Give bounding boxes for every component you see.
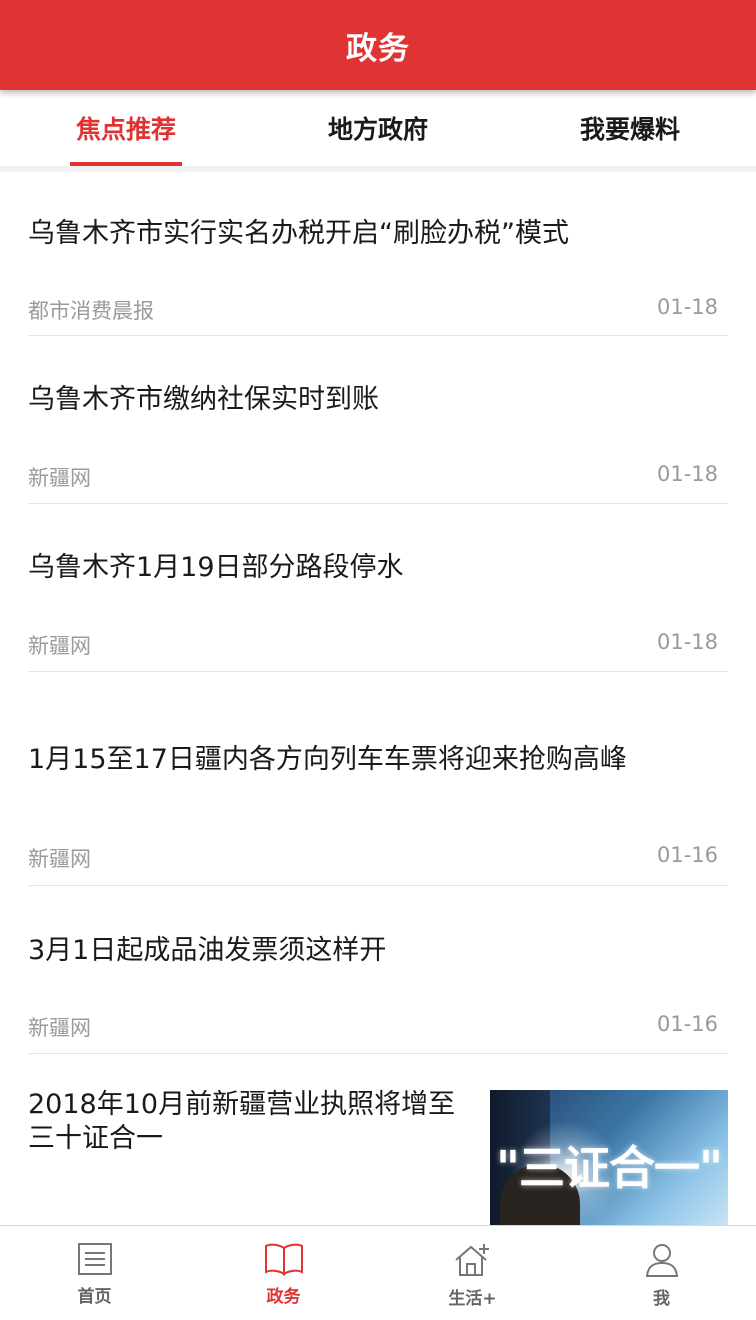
nav-life-plus-label: 生活+ [448,1289,497,1309]
news-item[interactable]: 乌鲁木齐市实行实名办税开启“刷脸办税”模式 都市消费晨报 01-18 [28,172,728,336]
person-icon [645,1244,678,1277]
news-source: 新疆网 [28,847,91,871]
news-source: 都市消费晨报 [28,299,154,323]
tab-local-government[interactable]: 地方政府 [252,90,504,166]
news-date: 01-18 [656,630,718,654]
news-item-with-image[interactable]: 2018年10月前新疆营业执照将增至三十证合一 "三证合一" [28,1054,728,1244]
news-title: 3月1日起成品油发票须这样开 [28,935,387,966]
nav-government[interactable]: 政务 [189,1226,378,1320]
news-title: 2018年10月前新疆营业执照将增至三十证合一 [28,1089,456,1154]
news-item[interactable]: 乌鲁木齐市缴纳社保实时到账 新疆网 01-18 [28,336,728,504]
news-title: 乌鲁木齐市缴纳社保实时到账 [28,384,379,415]
news-title: 1月15至17日疆内各方向列车车票将迎来抢购高峰 [28,744,627,775]
news-date: 01-18 [656,462,718,486]
top-bar: 政务 [0,0,756,90]
nav-home-label: 首页 [77,1287,112,1307]
page-title: 政务 [346,30,410,67]
news-date: 01-18 [656,295,718,319]
news-title: 乌鲁木齐1月19日部分路段停水 [28,552,404,583]
news-source: 新疆网 [28,634,91,658]
news-item[interactable]: 乌鲁木齐1月19日部分路段停水 新疆网 01-18 [28,504,728,672]
nav-me[interactable]: 我 [567,1226,756,1320]
tab-report-tip[interactable]: 我要爆料 [504,90,756,166]
nav-home[interactable]: 首页 [0,1226,189,1320]
home-document-icon [77,1243,112,1275]
news-date: 01-16 [656,843,718,867]
nav-me-label: 我 [653,1289,670,1309]
news-thumbnail: "三证合一" [490,1090,728,1226]
house-plus-icon [454,1244,489,1276]
nav-life-plus[interactable]: 生活+ [378,1226,567,1320]
news-list: 乌鲁木齐市实行实名办税开启“刷脸办税”模式 都市消费晨报 01-18 乌鲁木齐市… [0,172,756,1244]
bottom-navigation: 首页 政务 生活+ 我 [0,1225,756,1320]
news-item[interactable]: 1月15至17日疆内各方向列车车票将迎来抢购高峰 新疆网 01-16 [28,672,728,886]
news-item[interactable]: 3月1日起成品油发票须这样开 新疆网 01-16 [28,886,728,1054]
tab-focus-recommend[interactable]: 焦点推荐 [0,90,252,166]
nav-government-label: 政务 [266,1287,301,1307]
category-tabs: 焦点推荐 地方政府 我要爆料 [0,90,756,166]
news-date: 01-16 [656,1012,718,1036]
news-source: 新疆网 [28,466,91,490]
news-title: 乌鲁木齐市实行实名办税开启“刷脸办税”模式 [28,218,569,249]
open-book-icon [264,1243,303,1276]
thumbnail-caption: "三证合一" [496,1141,723,1195]
news-source: 新疆网 [28,1016,91,1040]
